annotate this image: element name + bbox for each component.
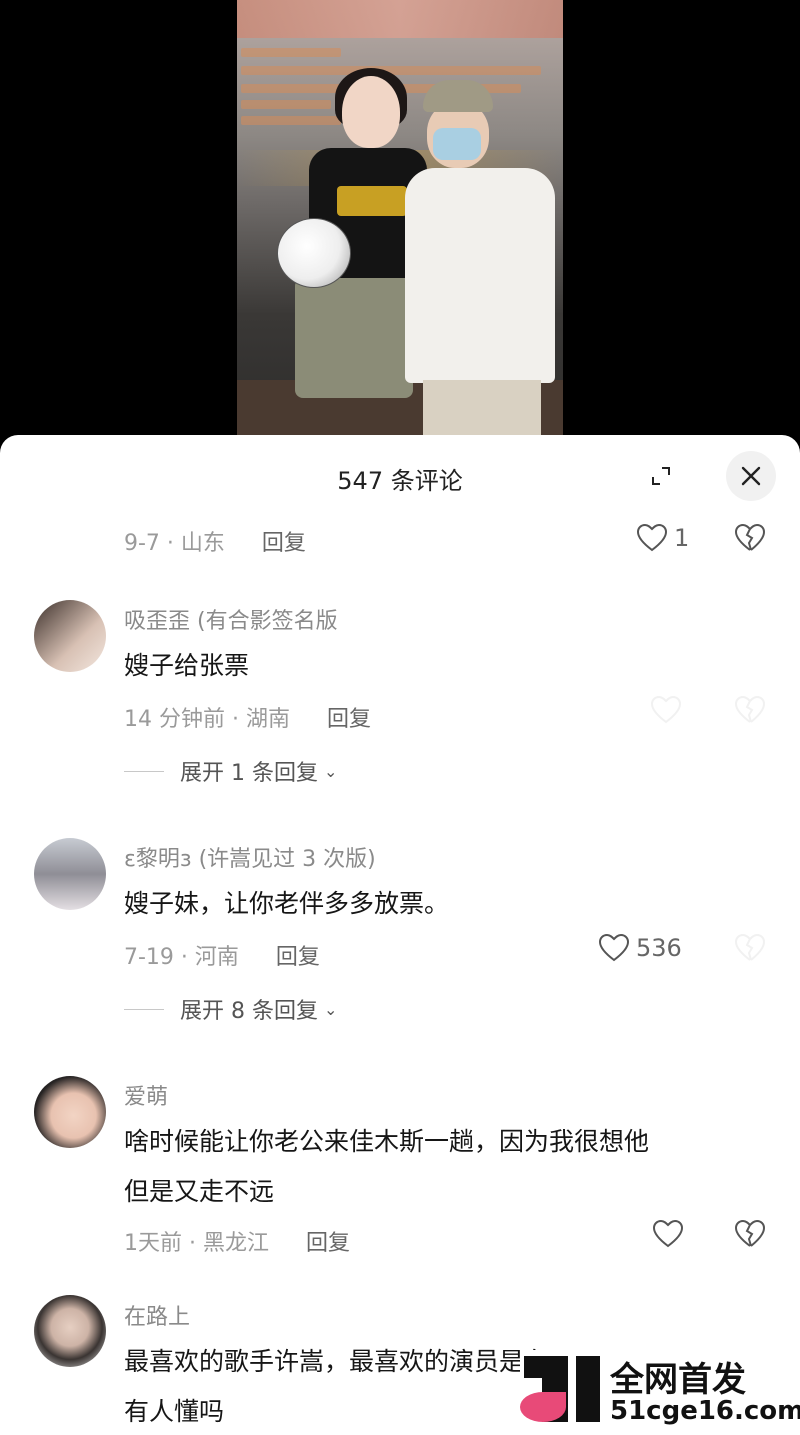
like-count: 1 xyxy=(674,524,690,552)
comment-item: 吸歪歪 (有合影签名版 嫂子给张票 14 分钟前 · 湖南 回复 展开 1 条回… xyxy=(0,595,800,795)
comment-nickname[interactable]: 在路上 xyxy=(124,1299,190,1331)
chevron-down-icon: ⌄ xyxy=(323,761,338,781)
close-button[interactable] xyxy=(726,451,776,501)
man-figure xyxy=(405,80,555,450)
sheet-header: 547 条评论 xyxy=(0,435,800,515)
comment-meta: 7-19 · 河南 回复 xyxy=(124,939,320,971)
heart-icon xyxy=(650,695,682,724)
watermark-url: 51cge16.com xyxy=(610,1396,800,1426)
broken-heart-icon xyxy=(734,695,766,723)
comment-meta: 1天前 · 黑龙江 回复 xyxy=(124,1225,350,1257)
football xyxy=(277,218,351,288)
like-button[interactable] xyxy=(650,695,688,725)
comment-date: 7-19 · 河南 xyxy=(124,945,239,970)
like-button[interactable]: 536 xyxy=(598,933,682,963)
watermark-title: 全网首发 xyxy=(610,1360,746,1400)
woman-figure xyxy=(277,68,427,438)
comment-item: ε黎明з (许嵩见过 3 次版) 嫂子妹，让你老伴多多放票。 7-19 · 河南… xyxy=(0,833,800,1033)
poster-banner xyxy=(237,0,563,38)
reply-button[interactable]: 回复 xyxy=(262,531,306,556)
dislike-button[interactable] xyxy=(734,695,766,729)
heart-icon xyxy=(652,1219,684,1248)
like-button[interactable]: 1 xyxy=(636,523,689,553)
avatar[interactable] xyxy=(34,1076,106,1148)
broken-heart-icon xyxy=(734,523,766,551)
avatar[interactable] xyxy=(34,600,106,672)
expand-icon xyxy=(652,467,670,485)
video-area[interactable] xyxy=(0,0,800,450)
broken-heart-icon xyxy=(734,933,766,961)
comment-nickname[interactable]: ε黎明з (许嵩见过 3 次版) xyxy=(124,841,376,873)
comment-meta: 9-7 · 山东 回复 xyxy=(124,525,306,557)
expand-replies-label: 展开 1 条回复 xyxy=(180,761,318,786)
comment-text: 嫂子妹，让你老伴多多放票。 xyxy=(124,889,450,918)
expand-replies-button[interactable]: 展开 8 条回复 ⌄ xyxy=(124,993,337,1025)
close-icon xyxy=(741,466,761,486)
expand-replies-button[interactable]: 展开 1 条回复 ⌄ xyxy=(124,755,337,787)
broken-heart-icon xyxy=(734,1219,766,1247)
heart-icon xyxy=(598,933,630,962)
chevron-down-icon: ⌄ xyxy=(323,999,338,1019)
expand-button[interactable] xyxy=(636,451,686,501)
reply-button[interactable]: 回复 xyxy=(276,945,320,970)
heart-icon xyxy=(636,523,668,552)
dislike-button[interactable] xyxy=(734,933,766,967)
comment-text: 最喜欢的歌手许嵩，最喜欢的演员是冬 xyxy=(124,1347,550,1376)
comment-nickname[interactable]: 爱萌 xyxy=(124,1079,168,1111)
like-button[interactable] xyxy=(652,1219,690,1249)
reply-button[interactable]: 回复 xyxy=(327,707,371,732)
avatar[interactable] xyxy=(34,1295,106,1367)
comment-text: 嫂子给张票 xyxy=(124,651,250,680)
comments-sheet: 547 条评论 9-7 · 山东 回复 1 吸歪歪 (有合影签名版 嫂子给张票 … xyxy=(0,435,800,1435)
dislike-button[interactable] xyxy=(734,1219,766,1253)
avatar[interactable] xyxy=(34,838,106,910)
divider xyxy=(124,1008,164,1010)
like-count: 536 xyxy=(636,934,682,962)
comment-date: 14 分钟前 · 湖南 xyxy=(124,707,290,732)
watermark-logo-icon xyxy=(520,1356,604,1424)
divider xyxy=(124,770,164,772)
comment-meta: 14 分钟前 · 湖南 回复 xyxy=(124,701,371,733)
comment-date: 9-7 · 山东 xyxy=(124,531,225,556)
comment-nickname[interactable]: 吸歪歪 (有合影签名版 xyxy=(124,603,338,635)
expand-replies-label: 展开 8 条回复 xyxy=(180,999,318,1024)
dislike-button[interactable] xyxy=(734,523,766,557)
comment-text: 有人懂吗 xyxy=(124,1397,225,1426)
comment-text: 但是又走不远 xyxy=(124,1177,275,1206)
comment-date: 1天前 · 黑龙江 xyxy=(124,1231,269,1256)
comment-text: 啥时候能让你老公来佳木斯一趟，因为我很想他 xyxy=(124,1127,650,1156)
comment-item: 爱萌 啥时候能让你老公来佳木斯一趟，因为我很想他 但是又走不远 1天前 · 黑龙… xyxy=(0,1071,800,1271)
poster-text-line xyxy=(241,48,341,57)
site-watermark: 全网首发 51cge16.com xyxy=(520,1350,800,1434)
comment-item: 9-7 · 山东 回复 1 xyxy=(0,519,800,579)
post-photo xyxy=(237,0,563,450)
reply-button[interactable]: 回复 xyxy=(306,1231,350,1256)
